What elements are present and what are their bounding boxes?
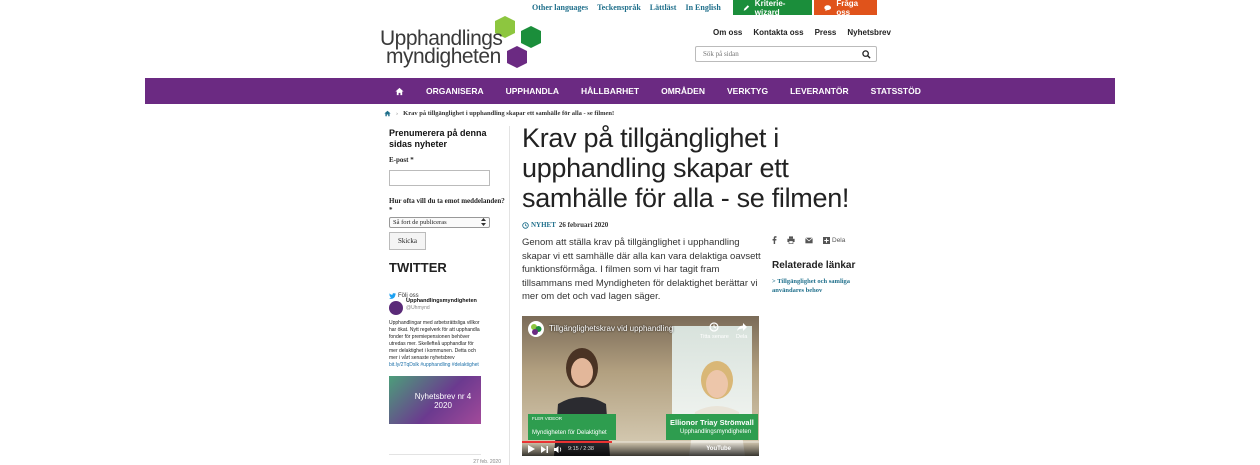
caption-right: Ellionor Triay Strömvall Upphandlingsmyn…	[666, 414, 758, 440]
related-link-label: Tillgänglighet och samliga användares be…	[772, 278, 851, 294]
frequency-value: Så fort de publiceras	[393, 218, 447, 226]
tweet-links[interactable]: bit.ly/2TqDslk #upphandling #delaktighet	[389, 362, 479, 368]
select-arrows-icon	[481, 218, 486, 226]
volume-icon[interactable]	[554, 445, 562, 453]
twitter-name: Upphandlingsmyndigheten	[406, 298, 477, 304]
frequency-select[interactable]: Så fort de publiceras	[389, 216, 490, 228]
twitter-handle: @Uhmynd	[406, 305, 430, 311]
subscribe-title: Prenumerera på denna sidas nyheter	[389, 128, 487, 149]
caption-right-org: Upphandlingsmyndigheten	[680, 429, 752, 435]
nav-omraden[interactable]: OMRÅDEN	[661, 86, 705, 96]
video-controls: 9:15 / 2:38 YouTube	[522, 442, 759, 456]
share-button[interactable]: Dela	[823, 236, 846, 244]
pencil-icon	[743, 4, 750, 11]
twitter-account[interactable]: Upphandlingsmyndigheten @Uhmynd	[389, 298, 485, 315]
chat-icon	[824, 4, 832, 11]
video-title[interactable]: Tillgänglighetskrav vid upphandling	[549, 324, 673, 333]
caption-left: FLER VIDEOR Myndigheten för Delaktighet	[528, 414, 616, 440]
main-nav: ORGANISERA UPPHANDLA HÅLLBARHET OMRÅDEN …	[145, 78, 1115, 104]
nav-leverantor[interactable]: LEVERANTÖR	[790, 86, 849, 96]
nav-upphandla[interactable]: UPPHANDLA	[506, 86, 559, 96]
subscribe-submit-button[interactable]: Skicka	[389, 231, 426, 250]
email-field[interactable]	[389, 170, 490, 186]
youtube-logo[interactable]: YouTube	[706, 446, 731, 452]
nav-verktyg[interactable]: VERKTYG	[727, 86, 768, 96]
facebook-icon[interactable]	[772, 236, 777, 244]
contact-link[interactable]: Kontakta oss	[753, 28, 803, 37]
tweet-image[interactable]: Nyhetsbrev nr 4 2020	[389, 376, 481, 424]
other-languages-link[interactable]: Other languages	[532, 3, 588, 12]
nav-hallbarhet[interactable]: HÅLLBARHET	[581, 86, 639, 96]
avatar	[389, 301, 403, 315]
caption-left-small: FLER VIDEOR	[532, 416, 563, 421]
ask-us-button[interactable]: Fråga oss	[814, 0, 877, 17]
site-logo[interactable]: Upphandlings myndigheten	[380, 14, 545, 72]
video-player[interactable]: Tillgänglighetskrav vid upphandling Titt…	[522, 316, 759, 456]
ask-us-label: Fråga oss	[836, 0, 859, 17]
watch-later-button[interactable]: Titta senare	[700, 322, 729, 340]
breadcrumb: › Krav på tillgänglighet i upphandling s…	[384, 110, 614, 117]
sign-language-link[interactable]: Teckenspråk	[597, 3, 641, 12]
plus-box-icon	[823, 236, 830, 244]
print-icon[interactable]	[787, 236, 795, 244]
english-link[interactable]: In English	[685, 3, 720, 12]
video-time: 9:15 / 2:38	[568, 446, 594, 452]
breadcrumb-current: Krav på tillgänglighet i upphandling ska…	[403, 110, 615, 117]
caption-right-name: Ellionor Triay Strömvall	[670, 418, 754, 427]
related-link[interactable]: > Tillgänglighet och samliga användares …	[772, 277, 882, 295]
left-sidebar: Prenumerera på denna sidas nyheter E-pos…	[385, 128, 505, 465]
home-icon[interactable]	[395, 87, 404, 96]
article-title: Krav på tillgänglighet i upphandling ska…	[522, 123, 850, 213]
channel-logo-icon	[531, 324, 542, 335]
search-box	[695, 46, 877, 62]
article-tag[interactable]: NYHET	[522, 221, 556, 229]
search-icon[interactable]	[862, 50, 871, 59]
home-icon[interactable]	[384, 110, 391, 117]
channel-logo[interactable]	[528, 321, 544, 337]
criteria-wizard-button[interactable]: Kriterie-wizard	[733, 0, 812, 17]
article-lead: Genom att ställa krav på tillgänglighet …	[522, 237, 761, 302]
column-divider	[509, 126, 510, 465]
article-tag-label: NYHET	[531, 221, 556, 229]
easy-read-link[interactable]: Lättläst	[650, 3, 677, 12]
clock-icon	[522, 221, 529, 229]
breadcrumb-separator: ›	[396, 110, 399, 117]
search-input[interactable]	[696, 50, 856, 58]
clock-icon	[709, 322, 720, 332]
frequency-label: Hur ofta vill du ta emot meddelanden? *	[389, 196, 505, 214]
utility-bar: Other languages Teckenspråk Lättläst In …	[532, 0, 721, 15]
twitter-bird-icon	[389, 293, 396, 299]
press-link[interactable]: Press	[815, 28, 837, 37]
caption-left-org: Myndigheten för Delaktighet	[532, 430, 607, 436]
article-date: 26 februari 2020	[558, 221, 609, 229]
about-link[interactable]: Om oss	[713, 28, 742, 37]
play-icon[interactable]	[528, 445, 535, 453]
share-label: Dela	[832, 236, 846, 244]
article-meta: NYHET 26 februari 2020	[522, 221, 608, 229]
share-toolbar: Dela	[772, 236, 845, 244]
next-icon[interactable]	[541, 445, 548, 453]
secondary-nav: Om oss Kontakta oss Press Nyhetsbrev	[713, 28, 891, 37]
twitter-feed: Följ oss Upphandlingsmyndigheten @Uhmynd…	[389, 293, 485, 424]
related-links-title: Relaterade länkar	[772, 260, 856, 271]
logo-wordmark: Upphandlings myndigheten	[380, 28, 503, 68]
tweet-date: 27 feb. 2020	[473, 459, 501, 465]
nav-statsstod[interactable]: STATSSTÖD	[871, 86, 921, 96]
nav-organisera[interactable]: ORGANISERA	[426, 86, 484, 96]
twitter-heading: TWITTER	[389, 259, 447, 275]
criteria-wizard-label: Kriterie-wizard	[754, 0, 786, 17]
tweet-body: Upphandlingar med arbetsrättsliga villko…	[389, 320, 480, 361]
logo-line-2: myndigheten	[386, 45, 501, 68]
video-share-label: Dela	[736, 334, 748, 340]
watch-later-label: Titta senare	[700, 334, 729, 340]
email-icon[interactable]	[805, 236, 813, 244]
newsletter-link[interactable]: Nyhetsbrev	[847, 28, 891, 37]
tweet-text: Upphandlingar med arbetsrättsliga villko…	[389, 320, 481, 369]
video-share-button[interactable]: Dela	[736, 322, 747, 340]
tweet-divider	[389, 454, 481, 455]
share-arrow-icon	[736, 323, 747, 331]
email-label: E-post *	[389, 156, 414, 164]
tweet-image-title: Nyhetsbrev nr 4 2020	[414, 392, 472, 410]
